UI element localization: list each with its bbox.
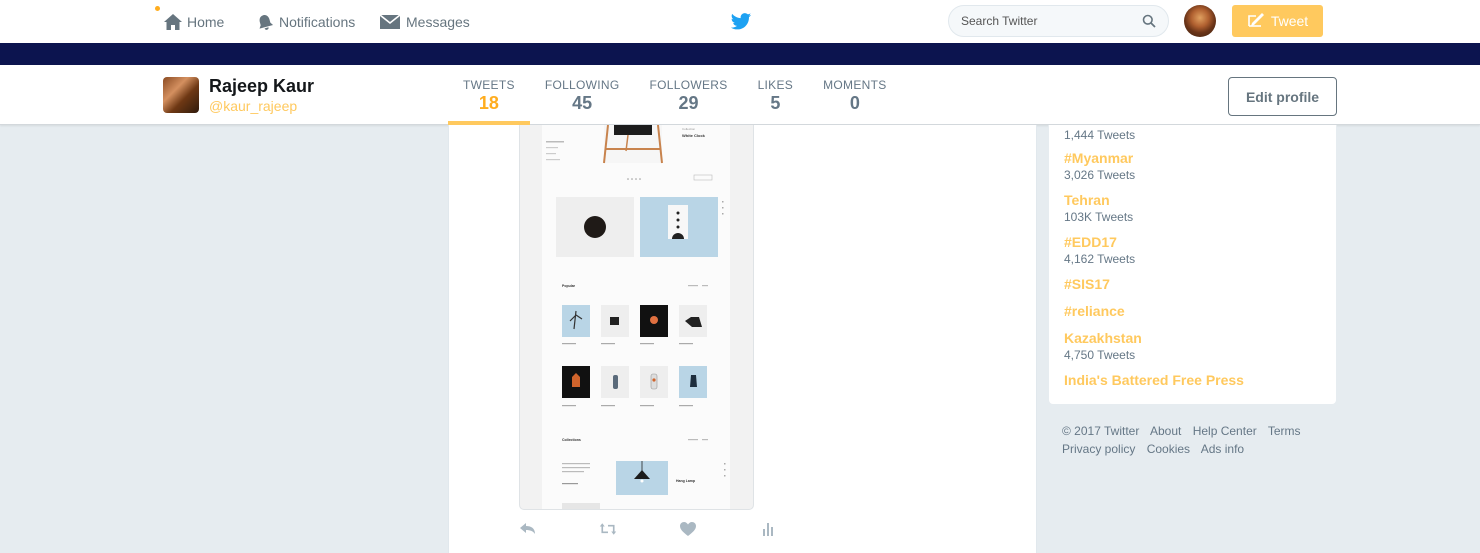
stat-label: LIKES: [757, 78, 794, 92]
global-nav: Home Notifications Messages Tweet: [0, 0, 1480, 43]
profile-name[interactable]: Rajeep Kaur: [209, 76, 314, 97]
profile-header-band: [0, 43, 1480, 65]
reply-icon[interactable]: [519, 520, 537, 543]
stat-value: 18: [478, 93, 499, 113]
footer-link-help-center[interactable]: Help Center: [1193, 424, 1257, 438]
stat-value: 0: [849, 93, 860, 113]
profile-avatar[interactable]: [163, 77, 199, 113]
stat-tweets[interactable]: TWEETS 18: [448, 65, 530, 125]
label-hang-lamp: Hang Lamp: [676, 479, 695, 483]
stat-value: 29: [678, 93, 699, 113]
retweet-icon[interactable]: [599, 520, 617, 543]
trend-item[interactable]: #SIS17: [1064, 276, 1110, 292]
trend-title[interactable]: #EDD17: [1064, 234, 1135, 250]
search-icon[interactable]: [1142, 14, 1156, 28]
tweet-media-image[interactable]: Collection White Clock Popular Collectio…: [519, 125, 754, 510]
svg-text:Collection: Collection: [682, 127, 696, 131]
profile-handle[interactable]: @kaur_rajeep: [209, 98, 297, 114]
label-white-clock: White Clock: [682, 133, 706, 138]
stat-value: 5: [770, 93, 781, 113]
nav-notifications[interactable]: Notifications: [255, 0, 355, 43]
like-action[interactable]: [679, 521, 759, 541]
analytics-icon[interactable]: [759, 520, 777, 543]
nav-notifications-label: Notifications: [279, 13, 356, 30]
trend-item[interactable]: Tehran 103K Tweets: [1064, 192, 1133, 224]
profile-stats: TWEETS 18 FOLLOWING 45 FOLLOWERS 29 LIKE…: [448, 65, 902, 125]
trend-title[interactable]: India's Battered Free Press: [1064, 372, 1244, 388]
stat-moments[interactable]: MOMENTS 0: [808, 65, 901, 125]
reply-action[interactable]: [519, 521, 599, 541]
new-activity-dot: [155, 6, 160, 11]
timeline: Collection White Clock Popular Collectio…: [448, 125, 1037, 553]
trend-title[interactable]: #reliance: [1064, 303, 1125, 319]
envelope-icon: [378, 12, 402, 32]
footer-link-cookies[interactable]: Cookies: [1147, 442, 1190, 456]
trend-item[interactable]: 1,444 Tweets: [1064, 126, 1135, 142]
website-mockup-image: Collection White Clock Popular Collectio…: [542, 125, 730, 509]
trend-count: 103K Tweets: [1064, 210, 1134, 224]
stat-label: FOLLOWING: [544, 78, 620, 92]
edit-profile-button[interactable]: Edit profile: [1228, 77, 1337, 116]
trends-module: 1,444 Tweets #Myanmar 3,026 Tweets Tehra…: [1048, 125, 1337, 405]
trend-item[interactable]: #EDD17 4,162 Tweets: [1064, 234, 1135, 266]
nav-messages-label: Messages: [406, 13, 470, 30]
stat-label: FOLLOWERS: [649, 78, 728, 92]
tweet-button-label: Tweet: [1270, 13, 1309, 29]
tweet-button[interactable]: Tweet: [1232, 5, 1323, 37]
stat-label: TWEETS: [463, 78, 515, 92]
compose-icon: [1247, 12, 1265, 31]
site-footer: © 2017 Twitter About Help Center Terms P…: [1062, 422, 1332, 458]
trend-count: 4,750 Tweets: [1064, 348, 1136, 362]
footer-link-privacy[interactable]: Privacy policy: [1062, 442, 1135, 456]
trend-item[interactable]: #reliance: [1064, 303, 1125, 319]
trend-title[interactable]: Tehran: [1064, 192, 1133, 208]
trend-title[interactable]: #SIS17: [1064, 276, 1110, 292]
label-collections: Collections: [562, 438, 581, 442]
footer-link-terms[interactable]: Terms: [1268, 424, 1301, 438]
stat-value: 45: [572, 93, 593, 113]
trend-item[interactable]: Kazakhstan 4,750 Tweets: [1064, 330, 1142, 362]
profile-nav: Rajeep Kaur @kaur_rajeep TWEETS 18 FOLLO…: [0, 65, 1480, 125]
trend-count: 4,162 Tweets: [1064, 252, 1136, 266]
search-input[interactable]: [961, 14, 1142, 28]
nav-messages[interactable]: Messages: [378, 0, 470, 43]
trend-title[interactable]: #Myanmar: [1064, 150, 1135, 166]
trend-title[interactable]: Kazakhstan: [1064, 330, 1142, 346]
analytics-action[interactable]: [759, 521, 839, 541]
account-avatar[interactable]: [1184, 5, 1216, 37]
stat-followers[interactable]: FOLLOWERS 29: [635, 65, 743, 125]
home-icon: [163, 12, 183, 32]
footer-link-about[interactable]: About: [1150, 424, 1181, 438]
bell-icon: [255, 12, 275, 32]
nav-home-label: Home: [187, 13, 225, 30]
twitter-bird-icon[interactable]: [730, 10, 752, 32]
stat-likes[interactable]: LIKES 5: [743, 65, 809, 125]
search-box[interactable]: [948, 5, 1169, 37]
trend-item[interactable]: #Myanmar 3,026 Tweets: [1064, 150, 1135, 182]
stat-label: MOMENTS: [823, 78, 887, 92]
retweet-action[interactable]: [599, 521, 679, 541]
trend-count: 3,026 Tweets: [1064, 168, 1136, 182]
trend-count: 1,444 Tweets: [1064, 128, 1136, 142]
nav-home[interactable]: Home: [163, 0, 224, 43]
footer-link-ads-info[interactable]: Ads info: [1201, 442, 1244, 456]
footer-copyright: © 2017 Twitter: [1062, 424, 1140, 438]
like-icon[interactable]: [679, 520, 697, 543]
trend-item[interactable]: India's Battered Free Press: [1064, 372, 1244, 388]
tweet-actions: [519, 521, 839, 541]
stat-following[interactable]: FOLLOWING 45: [530, 65, 635, 125]
label-popular: Popular: [562, 284, 576, 288]
